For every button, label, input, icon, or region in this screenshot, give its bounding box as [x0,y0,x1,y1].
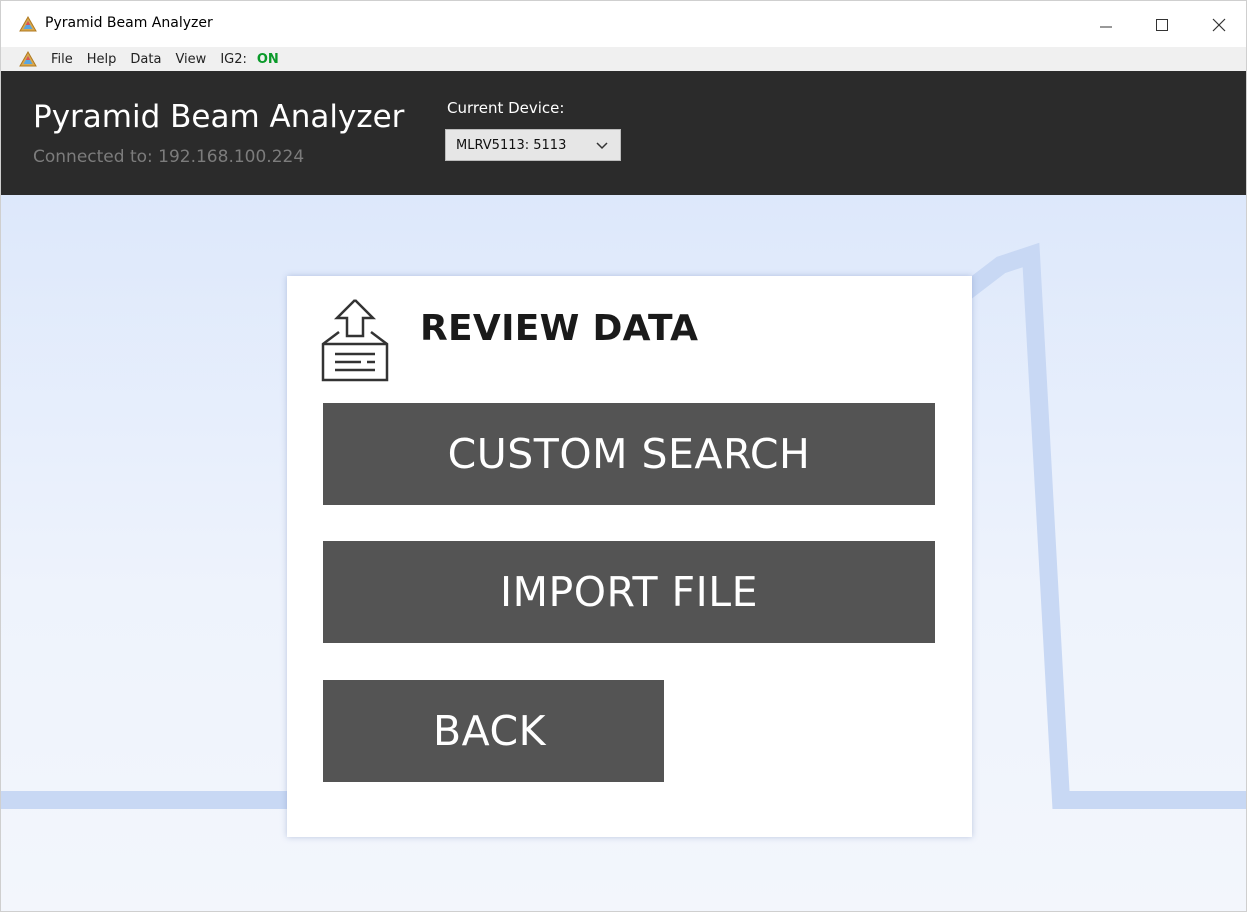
maximize-button[interactable] [1140,9,1184,41]
card-title: REVIEW DATA [420,308,699,349]
review-data-card: REVIEW DATA CUSTOM SEARCH IMPORT FILE BA… [287,276,972,837]
menu-bar: File Help Data View IG2: ON [1,47,1246,71]
upload-document-icon [321,299,389,382]
ig2-status: ON [256,51,279,67]
menu-ig2[interactable]: IG2: [220,52,247,67]
menu-view[interactable]: View [175,52,206,67]
title-bar: Pyramid Beam Analyzer [1,1,1246,47]
app-window: Pyramid Beam Analyzer File Help Data Vie… [0,0,1247,912]
app-header: Pyramid Beam Analyzer Connected to: 192.… [1,71,1246,195]
app-title: Pyramid Beam Analyzer [33,99,405,135]
minimize-button[interactable] [1084,9,1128,41]
device-select[interactable]: MLRV5113: 5113 [445,129,621,161]
minimize-icon [1100,26,1112,28]
menu-data[interactable]: Data [130,52,161,67]
close-icon [1212,18,1226,32]
pyramid-logo-icon [19,16,37,32]
back-button[interactable]: BACK [323,680,664,782]
menu-file[interactable]: File [51,52,73,67]
window-title: Pyramid Beam Analyzer [45,15,213,31]
pyramid-logo-icon [19,51,37,67]
close-button[interactable] [1197,9,1241,41]
maximize-icon [1156,19,1168,31]
menu-help[interactable]: Help [87,52,117,67]
chevron-down-icon [596,142,608,150]
device-label: Current Device: [447,99,565,117]
custom-search-button[interactable]: CUSTOM SEARCH [323,403,935,505]
import-file-button[interactable]: IMPORT FILE [323,541,935,643]
device-value: MLRV5113: 5113 [456,137,567,153]
connection-status: Connected to: 192.168.100.224 [33,147,305,167]
